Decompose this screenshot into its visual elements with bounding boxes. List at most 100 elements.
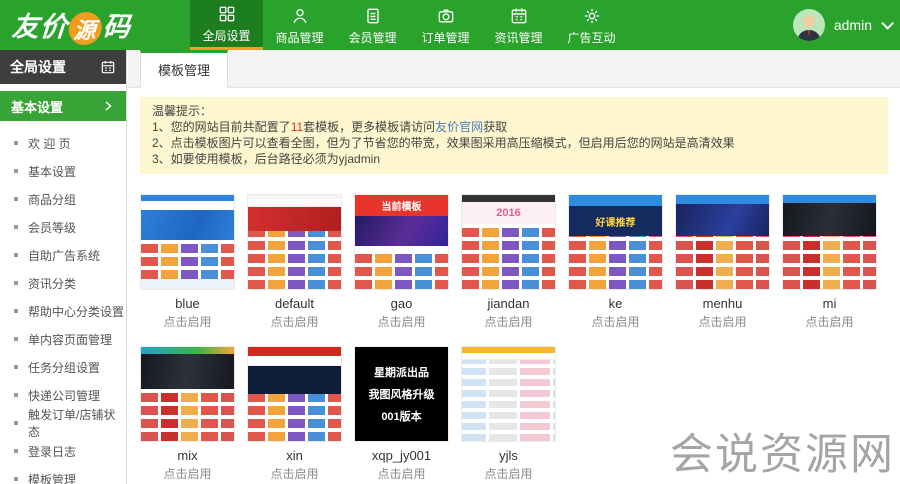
template-enable-link[interactable]: 点击启用 <box>247 465 342 482</box>
template-card-mi: mi 点击启用 <box>782 194 877 330</box>
template-thumbnail[interactable]: 好课推荐 <box>568 194 663 290</box>
grid-icon <box>217 3 237 25</box>
template-name: jiandan <box>487 296 530 311</box>
sidebar-item[interactable]: 欢 迎 页 <box>0 129 126 157</box>
sidebar-item-label: 基本设置 <box>28 164 77 179</box>
sidebar-item-label: 欢 迎 页 <box>28 136 71 151</box>
top-nav: 全局设置 商品管理 会员管理 订单管理 资讯管理 广告互动 <box>190 0 628 50</box>
admin-page: 友价源码 全局设置 商品管理 会员管理 订单管理 资讯管理 广告互动 admin… <box>0 0 900 484</box>
nav-label: 会员管理 <box>348 30 397 45</box>
nav-item-会员管理[interactable]: 会员管理 <box>336 0 409 50</box>
sidebar-menu: 欢 迎 页基本设置商品分组会员等级 自助广告系统 资讯分类帮助中心分类设置单内容页面… <box>0 121 126 484</box>
sidebar-item[interactable]: 商品分组 <box>0 185 126 213</box>
template-thumbnail[interactable]: 2016 <box>461 194 556 290</box>
notice-line-2: 2、点击模板图片可以查看全图，但为了节省您的带宽，效果图采用高压缩模式，但启用后… <box>152 136 735 150</box>
sidebar-section-basic-settings[interactable]: 基本设置 <box>0 91 126 121</box>
template-name: default <box>274 296 315 311</box>
template-name: mi <box>822 296 837 311</box>
bullet-icon <box>14 197 18 201</box>
sidebar-item-label: 任务分组设置 <box>28 360 101 375</box>
sidebar: 全局设置 基本设置 欢 迎 页基本设置 商品分组 会员等级 自助广告系统 资讯分类 帮助中… <box>0 50 127 484</box>
template-thumbnail[interactable] <box>140 194 235 290</box>
sidebar-item-label: 商品分组 <box>28 192 77 207</box>
nav-item-全局设置[interactable]: 全局设置 <box>190 0 263 50</box>
bullet-icon <box>14 365 18 369</box>
template-enable-link[interactable]: 点击启用 <box>461 465 556 482</box>
sidebar-item[interactable]: 基本设置 <box>0 157 126 185</box>
template-card-mix: mix 点击启用 <box>140 346 235 482</box>
template-thumbnail[interactable]: 当前模板 <box>354 194 449 290</box>
tab-template-management[interactable]: 模板管理 <box>140 50 229 88</box>
nav-item-资讯管理[interactable]: 资讯管理 <box>482 0 555 50</box>
topbar: 友价源码 全局设置 商品管理 会员管理 订单管理 资讯管理 广告互动 admin <box>0 0 900 50</box>
template-card-blue: blue 点击启用 <box>140 194 235 330</box>
sidebar-item[interactable]: 单内容页面管理 <box>0 325 126 353</box>
template-enable-link[interactable]: 点击启用 <box>354 465 449 482</box>
user-icon <box>290 5 310 27</box>
template-enable-link[interactable]: 点击启用 <box>461 313 556 330</box>
template-enable-link[interactable]: 点击启用 <box>568 313 663 330</box>
nav-item-订单管理[interactable]: 订单管理 <box>409 0 482 50</box>
sidebar-item[interactable]: 会员等级 <box>0 213 126 241</box>
logo-circle: 源 <box>67 12 103 46</box>
sidebar-item-label: 触发订单/店铺状态 <box>28 408 116 439</box>
nav-item-广告互动[interactable]: 广告互动 <box>555 0 628 50</box>
template-thumbnail[interactable] <box>247 194 342 290</box>
template-thumbnail[interactable] <box>461 346 556 442</box>
nav-label: 商品管理 <box>275 30 324 45</box>
official-site-link[interactable]: 友价官网 <box>435 120 483 134</box>
sidebar-item[interactable]: 资讯分类 <box>0 269 126 297</box>
calendar-icon <box>100 59 116 75</box>
template-enable-link[interactable]: 点击启用 <box>354 313 449 330</box>
notice-box: 温馨提示： 1、您的网站目前共配置了11套模板，更多模板请访问友价官网获取 2、… <box>140 97 888 174</box>
template-enable-link[interactable]: 点击启用 <box>140 465 235 482</box>
template-thumbnail[interactable] <box>675 194 770 290</box>
nav-label: 广告互动 <box>567 30 616 45</box>
template-thumbnail[interactable] <box>247 346 342 442</box>
template-card-yjls: yjls 点击启用 <box>461 346 556 482</box>
bullet-icon <box>14 281 18 285</box>
sidebar-item-label: 模板管理 <box>28 472 77 484</box>
bullet-icon <box>14 253 18 257</box>
calendar-icon <box>509 5 529 27</box>
bullet-icon <box>14 169 18 173</box>
template-thumbnail[interactable]: 星期派出品 我图风格升级 001版本 <box>354 346 449 442</box>
sidebar-item[interactable]: 登录日志 <box>0 437 126 465</box>
gear-icon <box>582 5 602 27</box>
nav-item-商品管理[interactable]: 商品管理 <box>263 0 336 50</box>
sidebar-item[interactable]: 自助广告系统 <box>0 241 126 269</box>
template-name: mix <box>177 448 198 463</box>
bullet-icon <box>14 421 18 425</box>
template-card-default: default 点击启用 <box>247 194 342 330</box>
sidebar-item-label: 帮助中心分类设置 <box>28 304 125 319</box>
template-card-xqp_jy001: 星期派出品 我图风格升级 001版本 xqp_jy001 点击启用 <box>354 346 449 482</box>
sidebar-item[interactable]: 触发订单/店铺状态 <box>0 408 126 439</box>
template-name: xqp_jy001 <box>371 448 432 463</box>
sidebar-title: 全局设置 <box>0 50 126 84</box>
template-card-jiandan: 2016 jiandan 点击启用 <box>461 194 556 330</box>
sidebar-item-label: 登录日志 <box>28 444 77 459</box>
template-enable-link[interactable]: 点击启用 <box>782 313 877 330</box>
template-enable-link[interactable]: 点击启用 <box>675 313 770 330</box>
bullet-icon <box>14 141 18 145</box>
bullet-icon <box>14 477 18 481</box>
nav-label: 订单管理 <box>421 30 470 45</box>
template-thumbnail[interactable] <box>140 346 235 442</box>
template-name: blue <box>175 296 200 311</box>
site-logo[interactable]: 友价源码 <box>0 0 190 50</box>
sidebar-item[interactable]: 帮助中心分类设置 <box>0 297 126 325</box>
template-thumbnail[interactable] <box>782 194 877 290</box>
bullet-icon <box>14 225 18 229</box>
notice-line-1: 1、您的网站目前共配置了11套模板，更多模板请访问友价官网获取 <box>152 120 508 134</box>
user-name: admin <box>833 17 872 33</box>
sidebar-item[interactable]: 快递公司管理 <box>0 381 126 409</box>
bullet-icon <box>14 449 18 453</box>
template-enable-link[interactable]: 点击启用 <box>247 313 342 330</box>
template-name: ke <box>608 296 623 311</box>
avatar <box>792 9 825 41</box>
chevron-right-icon <box>105 101 112 111</box>
user-menu[interactable]: admin <box>792 0 894 50</box>
template-enable-link[interactable]: 点击启用 <box>140 313 235 330</box>
sidebar-item[interactable]: 模板管理 <box>0 465 126 484</box>
sidebar-item[interactable]: 任务分组设置 <box>0 353 126 381</box>
